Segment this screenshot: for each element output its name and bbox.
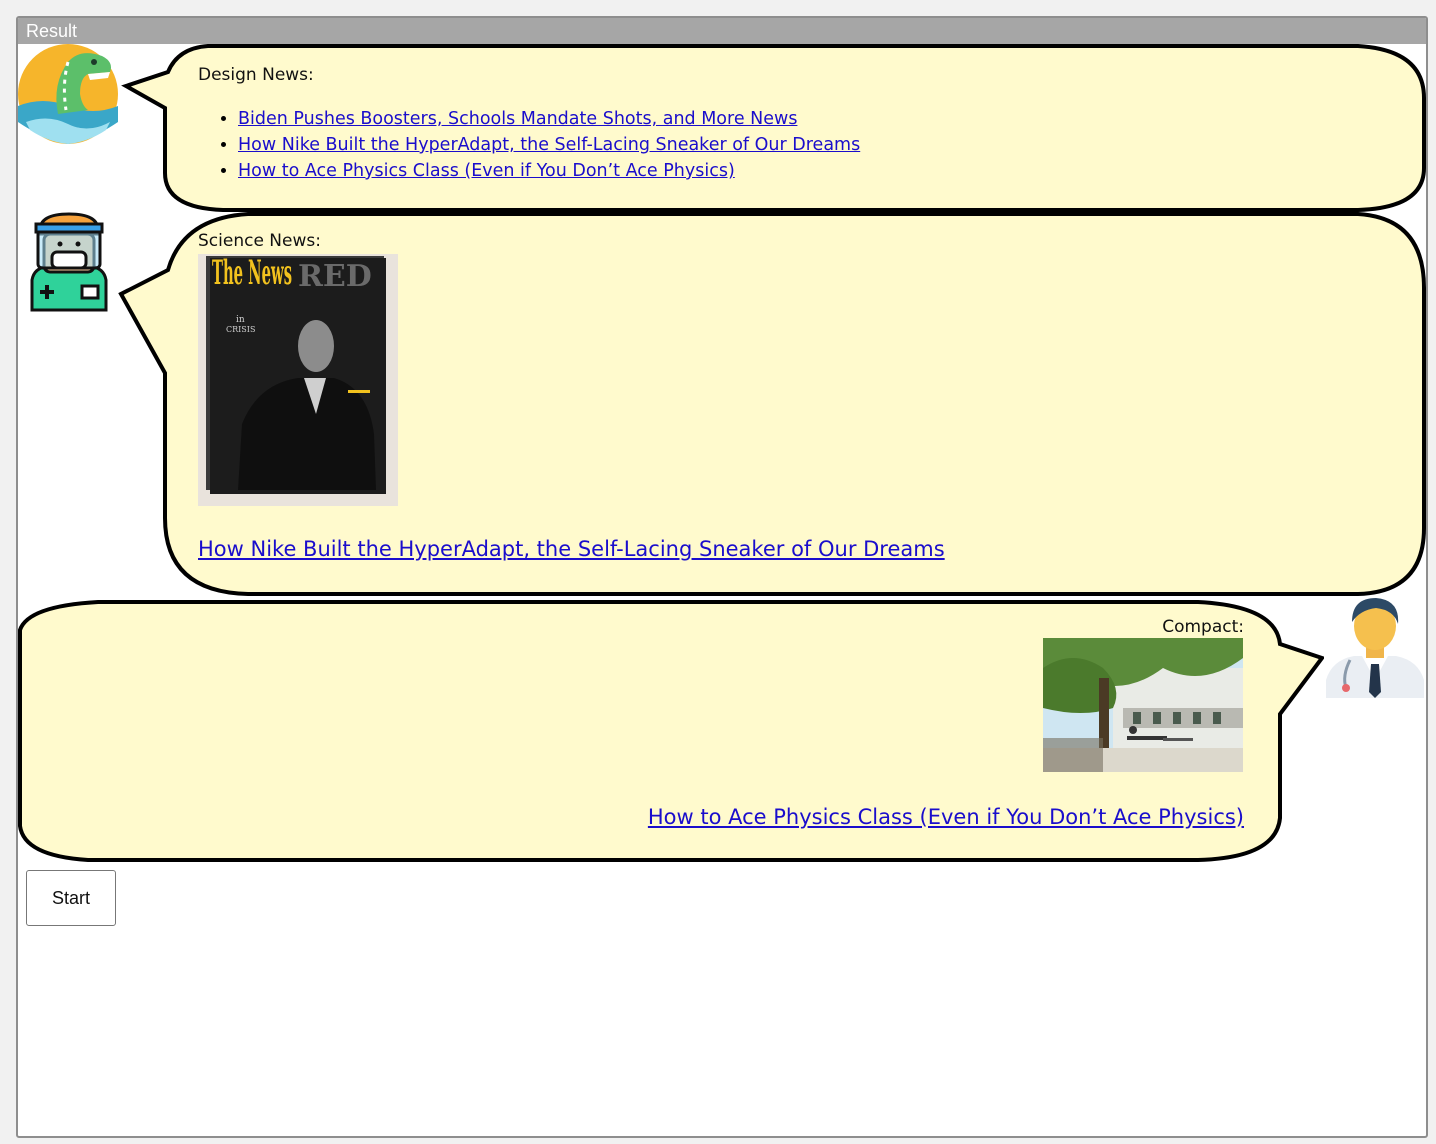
magazine-title: The News (212, 254, 292, 293)
message-1-title: Design News: (198, 65, 314, 85)
result-frame: Result Design News: Biden Pushes Booster… (16, 16, 1428, 1138)
start-button[interactable]: Start (26, 870, 116, 926)
health-worker-icon (30, 212, 108, 312)
dinosaur-avatar (18, 44, 118, 144)
design-news-list: Biden Pushes Boosters, Schools Mandate S… (198, 106, 860, 184)
news-link-2[interactable]: How Nike Built the HyperAdapt, the Self-… (238, 135, 860, 155)
speech-bubbles (18, 44, 1426, 862)
dinosaur-icon (18, 44, 118, 144)
list-item: How Nike Built the HyperAdapt, the Self-… (238, 132, 860, 158)
health-worker-avatar (26, 210, 112, 312)
news-link-1[interactable]: Biden Pushes Boosters, Schools Mandate S… (238, 109, 797, 129)
list-item: How to Ace Physics Class (Even if You Do… (238, 158, 860, 184)
message-2-title: Science News: (198, 231, 321, 251)
news-link-3[interactable]: How to Ace Physics Class (Even if You Do… (238, 161, 735, 181)
magazine-masthead: RED (298, 259, 372, 294)
doctor-avatar (1324, 596, 1426, 698)
doctor-icon (1324, 596, 1426, 698)
magazine-tagline: in (236, 315, 245, 325)
campus-photo-icon (1043, 638, 1243, 772)
campus-photo-image (1043, 638, 1243, 772)
compact-news-link[interactable]: How to Ace Physics Class (Even if You Do… (648, 805, 1244, 829)
science-news-link[interactable]: How Nike Built the HyperAdapt, the Self-… (198, 537, 945, 561)
message-3-title: Compact: (1162, 617, 1244, 637)
magazine-cover-image: RED The News in CRISIS (198, 253, 398, 506)
list-item: Biden Pushes Boosters, Schools Mandate S… (238, 106, 860, 132)
magazine-image: RED The News in CRISIS (206, 253, 386, 494)
magazine-subtitle: CRISIS (226, 325, 255, 334)
